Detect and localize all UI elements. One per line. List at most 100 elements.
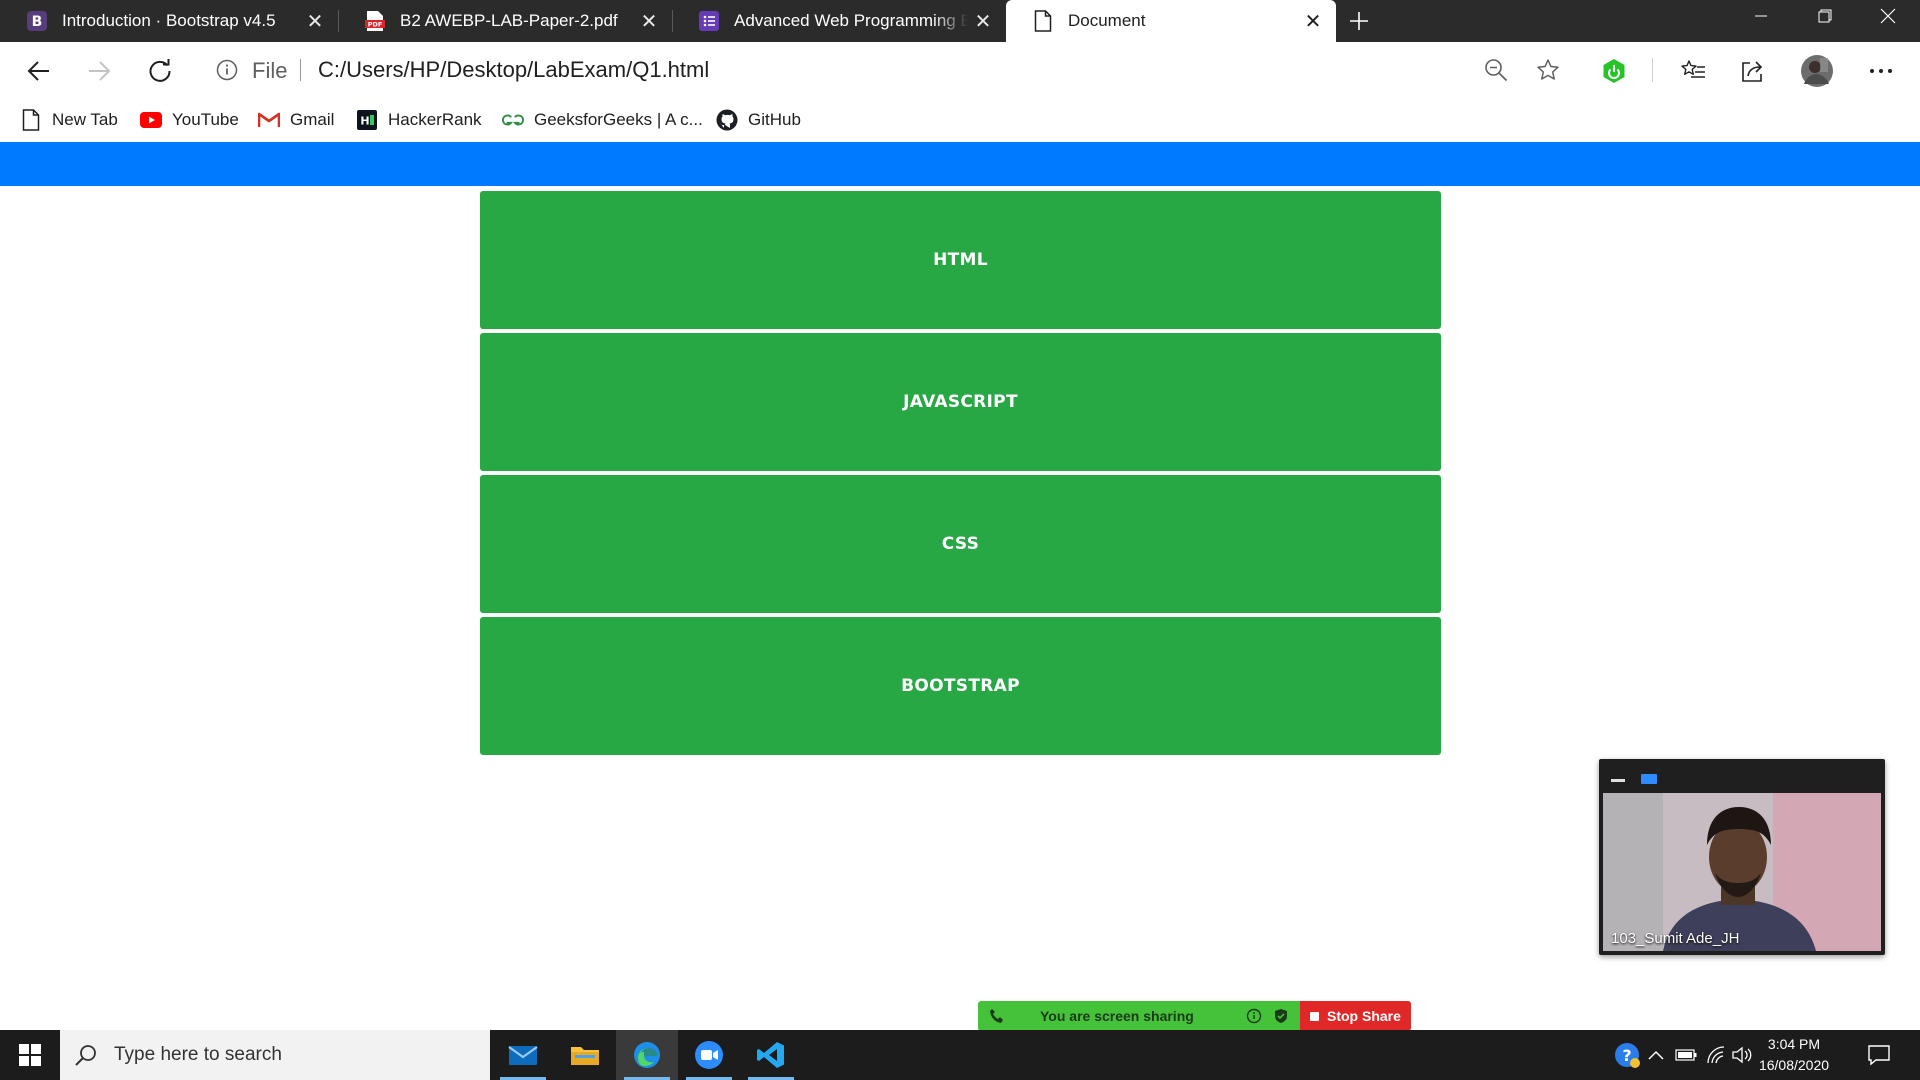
zoom-icon[interactable] [1484, 58, 1508, 82]
close-icon[interactable]: ✕ [1298, 6, 1328, 36]
stop-share-button[interactable]: Stop Share [1300, 1001, 1411, 1031]
taskbar-mail[interactable] [492, 1030, 554, 1080]
plus-icon [1350, 12, 1368, 30]
favorite-star-icon[interactable] [1536, 58, 1560, 82]
battery-tray-icon[interactable] [1674, 1043, 1698, 1067]
card-html: HTML [480, 191, 1441, 329]
stop-icon [1310, 1011, 1319, 1021]
participant-silhouette [1603, 793, 1881, 951]
favorite-gmail[interactable]: Gmail [258, 106, 334, 134]
volume-tray-icon[interactable] [1730, 1043, 1754, 1067]
page-icon [1032, 10, 1054, 32]
info-icon [1246, 1008, 1262, 1024]
gmail-icon [258, 109, 280, 131]
share-status-panel[interactable]: You are screen sharing [978, 1001, 1301, 1031]
hackerrank-icon: H [356, 109, 378, 131]
favorite-youtube[interactable]: YouTube [140, 106, 239, 134]
favorite-hackerrank[interactable]: H HackerRank [356, 106, 482, 134]
notification-center-icon[interactable] [1866, 1042, 1892, 1068]
more-menu-button[interactable] [1864, 54, 1898, 88]
address-divider [300, 59, 301, 81]
clock-date: 16/08/2020 [1758, 1057, 1830, 1073]
extension-button[interactable] [1597, 54, 1631, 88]
taskbar-edge[interactable] [616, 1030, 678, 1080]
favorite-github[interactable]: GitHub [716, 106, 801, 134]
card-bootstrap: BOOTSTRAP [480, 617, 1441, 755]
favorites-list-icon [1681, 60, 1705, 78]
refresh-button[interactable] [143, 54, 177, 88]
favorite-label: GitHub [748, 110, 801, 129]
svg-text:PDF: PDF [368, 21, 383, 29]
close-window-button[interactable] [1860, 0, 1916, 32]
tab-document[interactable]: Document ✕ [1006, 0, 1336, 42]
start-button[interactable] [0, 1030, 60, 1080]
close-icon[interactable]: ✕ [300, 6, 330, 36]
favorite-label: Gmail [290, 110, 335, 129]
minimize-button[interactable] [1733, 0, 1789, 32]
taskbar-clock[interactable]: 3:04 PM 16/08/2020 [1754, 1034, 1834, 1076]
card-label: HTML [933, 250, 988, 270]
clock-time: 3:04 PM [1767, 1036, 1821, 1052]
show-hidden-icons-button[interactable] [1644, 1043, 1668, 1067]
speaker-icon [1732, 1046, 1752, 1064]
minimize-video-icon[interactable] [1611, 779, 1625, 782]
more-dots-icon [1870, 69, 1892, 73]
svg-text:B: B [32, 14, 43, 30]
back-arrow-icon [27, 61, 49, 81]
video-view-icon[interactable] [1641, 774, 1657, 784]
github-icon [716, 109, 738, 131]
taskbar-file-explorer[interactable] [554, 1030, 616, 1080]
close-icon[interactable]: ✕ [968, 6, 998, 36]
tab-forms[interactable]: Advanced Web Programming Engineering ✕ [672, 0, 1006, 42]
tab-bootstrap-intro[interactable]: B Introduction · Bootstrap v4.5 ✕ [0, 0, 338, 42]
forward-button[interactable] [82, 54, 116, 88]
favorite-label: YouTube [172, 110, 239, 129]
share-button[interactable] [1736, 54, 1770, 88]
back-button[interactable] [22, 54, 56, 88]
address-bar[interactable]: File C:/Users/HP/Desktop/LabExam/Q1.html [202, 50, 1559, 90]
tab-title: Document [1068, 11, 1146, 30]
participant-name: 103_Sumit Ade_JH [1611, 930, 1740, 947]
card-label: CSS [941, 534, 980, 554]
chevron-up-icon [1648, 1050, 1664, 1060]
forms-icon [698, 10, 720, 32]
zoom-video-window[interactable]: 103_Sumit Ade_JH [1599, 759, 1885, 955]
help-tray-icon[interactable]: ? [1612, 1043, 1642, 1068]
favorites-button[interactable] [1676, 54, 1710, 88]
toolbar-divider [1652, 58, 1653, 82]
favorite-label: GeeksforGeeks | A c... [534, 110, 703, 129]
taskbar-zoom[interactable] [678, 1030, 740, 1080]
share-status-text: You are screen sharing [1040, 1008, 1194, 1024]
close-icon [1880, 8, 1896, 24]
favorite-geeksforgeeks[interactable]: GeeksforGeeks | A c... [502, 106, 703, 134]
page-navbar [0, 142, 1920, 186]
help-icon: ? [1615, 1043, 1640, 1068]
close-icon[interactable]: ✕ [634, 6, 664, 36]
bootstrap-icon: B [26, 10, 48, 32]
forward-arrow-icon [89, 61, 111, 81]
wifi-tray-icon[interactable] [1704, 1043, 1728, 1067]
svg-text:H: H [360, 115, 369, 128]
tab-pdf[interactable]: PDF B2 AWEBP-LAB-Paper-2.pdf ✕ [338, 0, 672, 42]
profile-button[interactable] [1800, 54, 1834, 88]
vscode-icon [757, 1042, 784, 1068]
minimize-icon [1755, 15, 1767, 17]
mail-icon [508, 1046, 538, 1065]
favorite-new-tab[interactable]: New Tab [20, 106, 118, 134]
refresh-icon [149, 59, 171, 82]
taskbar-vscode[interactable] [740, 1030, 802, 1080]
browser-toolbar: File C:/Users/HP/Desktop/LabExam/Q1.html [0, 42, 1920, 98]
shield-icon [1275, 1009, 1287, 1023]
screen-share-bar: You are screen sharing Stop Share [978, 1001, 1411, 1031]
taskbar-search-box[interactable]: Type here to search [60, 1030, 490, 1080]
tab-title: B2 AWEBP-LAB-Paper-2.pdf [400, 11, 618, 30]
restore-icon [1818, 9, 1832, 23]
file-explorer-icon [571, 1047, 599, 1065]
url-text[interactable]: C:/Users/HP/Desktop/LabExam/Q1.html [318, 57, 709, 83]
restore-button[interactable] [1797, 0, 1853, 32]
geeksforgeeks-icon [502, 109, 524, 131]
participant-video: 103_Sumit Ade_JH [1603, 793, 1881, 951]
new-tab-button[interactable] [1344, 6, 1374, 36]
card-label: JAVASCRIPT [903, 392, 1018, 412]
pdf-icon: PDF [364, 10, 386, 32]
